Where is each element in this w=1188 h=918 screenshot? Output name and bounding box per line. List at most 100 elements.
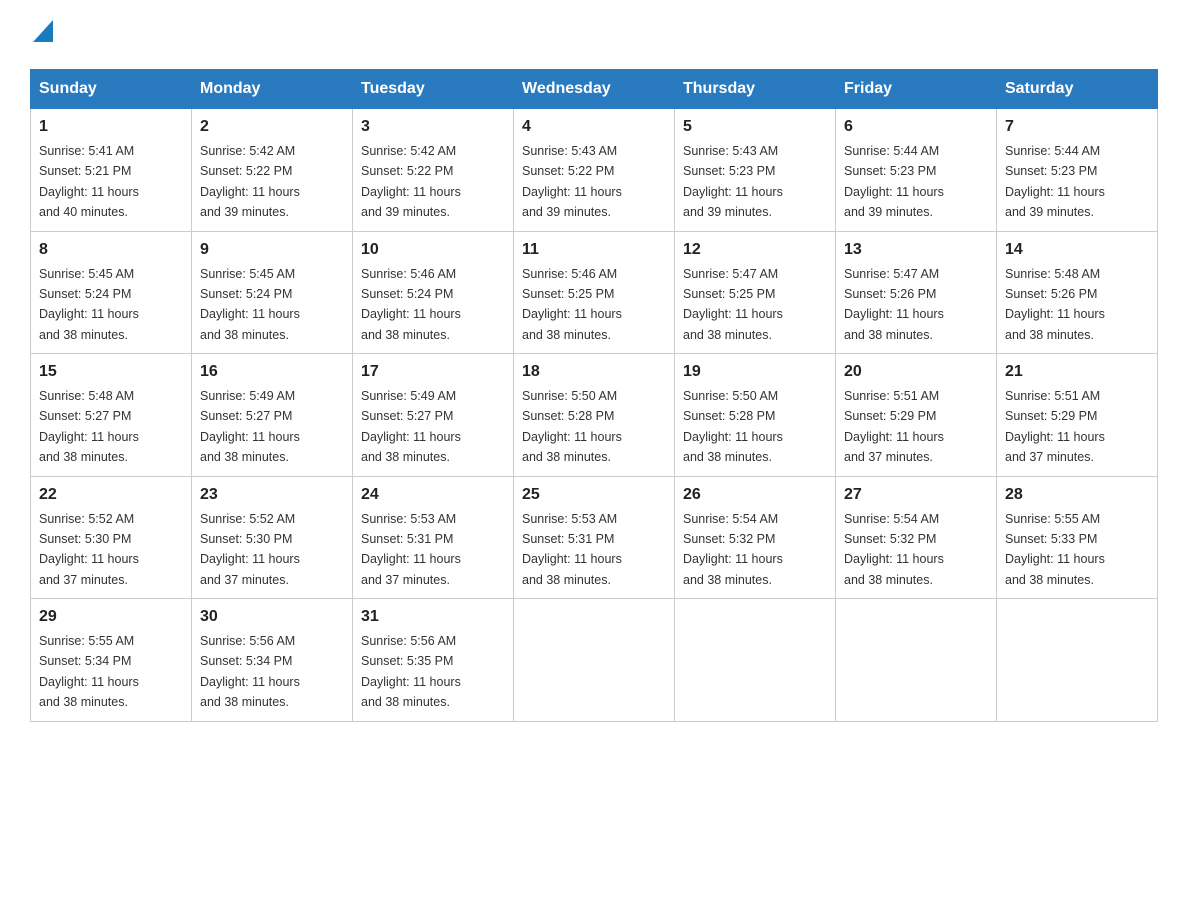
weekday-header-saturday: Saturday bbox=[997, 70, 1158, 109]
calendar-cell: 28 Sunrise: 5:55 AMSunset: 5:33 PMDaylig… bbox=[997, 476, 1158, 599]
day-number: 20 bbox=[844, 360, 988, 384]
calendar-cell: 23 Sunrise: 5:52 AMSunset: 5:30 PMDaylig… bbox=[192, 476, 353, 599]
day-number: 3 bbox=[361, 115, 505, 139]
day-info: Sunrise: 5:54 AMSunset: 5:32 PMDaylight:… bbox=[683, 512, 783, 587]
day-number: 21 bbox=[1005, 360, 1149, 384]
day-number: 9 bbox=[200, 238, 344, 262]
day-number: 6 bbox=[844, 115, 988, 139]
calendar-cell: 13 Sunrise: 5:47 AMSunset: 5:26 PMDaylig… bbox=[836, 231, 997, 354]
calendar-cell: 12 Sunrise: 5:47 AMSunset: 5:25 PMDaylig… bbox=[675, 231, 836, 354]
day-number: 10 bbox=[361, 238, 505, 262]
day-info: Sunrise: 5:42 AMSunset: 5:22 PMDaylight:… bbox=[361, 144, 461, 219]
day-info: Sunrise: 5:51 AMSunset: 5:29 PMDaylight:… bbox=[1005, 389, 1105, 464]
day-number: 17 bbox=[361, 360, 505, 384]
week-row-5: 29 Sunrise: 5:55 AMSunset: 5:34 PMDaylig… bbox=[31, 599, 1158, 722]
day-info: Sunrise: 5:51 AMSunset: 5:29 PMDaylight:… bbox=[844, 389, 944, 464]
calendar-cell: 22 Sunrise: 5:52 AMSunset: 5:30 PMDaylig… bbox=[31, 476, 192, 599]
calendar-cell: 29 Sunrise: 5:55 AMSunset: 5:34 PMDaylig… bbox=[31, 599, 192, 722]
calendar-cell: 1 Sunrise: 5:41 AMSunset: 5:21 PMDayligh… bbox=[31, 109, 192, 232]
day-info: Sunrise: 5:43 AMSunset: 5:23 PMDaylight:… bbox=[683, 144, 783, 219]
day-number: 13 bbox=[844, 238, 988, 262]
calendar-cell: 15 Sunrise: 5:48 AMSunset: 5:27 PMDaylig… bbox=[31, 354, 192, 477]
day-number: 23 bbox=[200, 483, 344, 507]
week-row-4: 22 Sunrise: 5:52 AMSunset: 5:30 PMDaylig… bbox=[31, 476, 1158, 599]
day-number: 4 bbox=[522, 115, 666, 139]
week-row-2: 8 Sunrise: 5:45 AMSunset: 5:24 PMDayligh… bbox=[31, 231, 1158, 354]
weekday-header-tuesday: Tuesday bbox=[353, 70, 514, 109]
day-number: 25 bbox=[522, 483, 666, 507]
logo bbox=[30, 20, 53, 49]
calendar-cell: 27 Sunrise: 5:54 AMSunset: 5:32 PMDaylig… bbox=[836, 476, 997, 599]
calendar-cell: 26 Sunrise: 5:54 AMSunset: 5:32 PMDaylig… bbox=[675, 476, 836, 599]
day-info: Sunrise: 5:50 AMSunset: 5:28 PMDaylight:… bbox=[683, 389, 783, 464]
calendar-cell: 20 Sunrise: 5:51 AMSunset: 5:29 PMDaylig… bbox=[836, 354, 997, 477]
day-number: 26 bbox=[683, 483, 827, 507]
day-number: 24 bbox=[361, 483, 505, 507]
calendar-cell: 16 Sunrise: 5:49 AMSunset: 5:27 PMDaylig… bbox=[192, 354, 353, 477]
day-number: 11 bbox=[522, 238, 666, 262]
calendar-cell bbox=[514, 599, 675, 722]
day-number: 8 bbox=[39, 238, 183, 262]
day-number: 5 bbox=[683, 115, 827, 139]
day-number: 29 bbox=[39, 605, 183, 629]
day-info: Sunrise: 5:56 AMSunset: 5:34 PMDaylight:… bbox=[200, 634, 300, 709]
calendar-cell: 30 Sunrise: 5:56 AMSunset: 5:34 PMDaylig… bbox=[192, 599, 353, 722]
day-number: 18 bbox=[522, 360, 666, 384]
calendar-cell: 24 Sunrise: 5:53 AMSunset: 5:31 PMDaylig… bbox=[353, 476, 514, 599]
calendar-cell: 17 Sunrise: 5:49 AMSunset: 5:27 PMDaylig… bbox=[353, 354, 514, 477]
day-info: Sunrise: 5:56 AMSunset: 5:35 PMDaylight:… bbox=[361, 634, 461, 709]
calendar-cell: 6 Sunrise: 5:44 AMSunset: 5:23 PMDayligh… bbox=[836, 109, 997, 232]
day-number: 7 bbox=[1005, 115, 1149, 139]
day-info: Sunrise: 5:49 AMSunset: 5:27 PMDaylight:… bbox=[200, 389, 300, 464]
calendar-cell: 18 Sunrise: 5:50 AMSunset: 5:28 PMDaylig… bbox=[514, 354, 675, 477]
calendar-cell: 14 Sunrise: 5:48 AMSunset: 5:26 PMDaylig… bbox=[997, 231, 1158, 354]
week-row-3: 15 Sunrise: 5:48 AMSunset: 5:27 PMDaylig… bbox=[31, 354, 1158, 477]
weekday-header-wednesday: Wednesday bbox=[514, 70, 675, 109]
day-info: Sunrise: 5:44 AMSunset: 5:23 PMDaylight:… bbox=[844, 144, 944, 219]
day-number: 1 bbox=[39, 115, 183, 139]
day-info: Sunrise: 5:45 AMSunset: 5:24 PMDaylight:… bbox=[200, 267, 300, 342]
calendar-table: SundayMondayTuesdayWednesdayThursdayFrid… bbox=[30, 69, 1158, 722]
logo-triangle-icon bbox=[33, 20, 53, 47]
day-number: 22 bbox=[39, 483, 183, 507]
calendar-cell bbox=[836, 599, 997, 722]
calendar-cell: 2 Sunrise: 5:42 AMSunset: 5:22 PMDayligh… bbox=[192, 109, 353, 232]
calendar-cell: 19 Sunrise: 5:50 AMSunset: 5:28 PMDaylig… bbox=[675, 354, 836, 477]
calendar-cell: 4 Sunrise: 5:43 AMSunset: 5:22 PMDayligh… bbox=[514, 109, 675, 232]
calendar-cell bbox=[675, 599, 836, 722]
day-info: Sunrise: 5:43 AMSunset: 5:22 PMDaylight:… bbox=[522, 144, 622, 219]
day-info: Sunrise: 5:52 AMSunset: 5:30 PMDaylight:… bbox=[39, 512, 139, 587]
day-info: Sunrise: 5:55 AMSunset: 5:33 PMDaylight:… bbox=[1005, 512, 1105, 587]
calendar-cell: 21 Sunrise: 5:51 AMSunset: 5:29 PMDaylig… bbox=[997, 354, 1158, 477]
day-info: Sunrise: 5:52 AMSunset: 5:30 PMDaylight:… bbox=[200, 512, 300, 587]
day-info: Sunrise: 5:42 AMSunset: 5:22 PMDaylight:… bbox=[200, 144, 300, 219]
day-number: 27 bbox=[844, 483, 988, 507]
day-info: Sunrise: 5:53 AMSunset: 5:31 PMDaylight:… bbox=[361, 512, 461, 587]
day-number: 14 bbox=[1005, 238, 1149, 262]
day-info: Sunrise: 5:55 AMSunset: 5:34 PMDaylight:… bbox=[39, 634, 139, 709]
weekday-header-row: SundayMondayTuesdayWednesdayThursdayFrid… bbox=[31, 70, 1158, 109]
week-row-1: 1 Sunrise: 5:41 AMSunset: 5:21 PMDayligh… bbox=[31, 109, 1158, 232]
day-info: Sunrise: 5:41 AMSunset: 5:21 PMDaylight:… bbox=[39, 144, 139, 219]
weekday-header-friday: Friday bbox=[836, 70, 997, 109]
day-number: 2 bbox=[200, 115, 344, 139]
calendar-cell bbox=[997, 599, 1158, 722]
calendar-cell: 8 Sunrise: 5:45 AMSunset: 5:24 PMDayligh… bbox=[31, 231, 192, 354]
weekday-header-thursday: Thursday bbox=[675, 70, 836, 109]
day-info: Sunrise: 5:44 AMSunset: 5:23 PMDaylight:… bbox=[1005, 144, 1105, 219]
weekday-header-sunday: Sunday bbox=[31, 70, 192, 109]
calendar-cell: 9 Sunrise: 5:45 AMSunset: 5:24 PMDayligh… bbox=[192, 231, 353, 354]
calendar-cell: 31 Sunrise: 5:56 AMSunset: 5:35 PMDaylig… bbox=[353, 599, 514, 722]
day-info: Sunrise: 5:47 AMSunset: 5:26 PMDaylight:… bbox=[844, 267, 944, 342]
day-info: Sunrise: 5:46 AMSunset: 5:24 PMDaylight:… bbox=[361, 267, 461, 342]
calendar-cell: 7 Sunrise: 5:44 AMSunset: 5:23 PMDayligh… bbox=[997, 109, 1158, 232]
day-info: Sunrise: 5:47 AMSunset: 5:25 PMDaylight:… bbox=[683, 267, 783, 342]
day-number: 15 bbox=[39, 360, 183, 384]
calendar-cell: 5 Sunrise: 5:43 AMSunset: 5:23 PMDayligh… bbox=[675, 109, 836, 232]
day-info: Sunrise: 5:54 AMSunset: 5:32 PMDaylight:… bbox=[844, 512, 944, 587]
day-number: 28 bbox=[1005, 483, 1149, 507]
day-number: 16 bbox=[200, 360, 344, 384]
day-info: Sunrise: 5:49 AMSunset: 5:27 PMDaylight:… bbox=[361, 389, 461, 464]
day-number: 30 bbox=[200, 605, 344, 629]
calendar-cell: 11 Sunrise: 5:46 AMSunset: 5:25 PMDaylig… bbox=[514, 231, 675, 354]
